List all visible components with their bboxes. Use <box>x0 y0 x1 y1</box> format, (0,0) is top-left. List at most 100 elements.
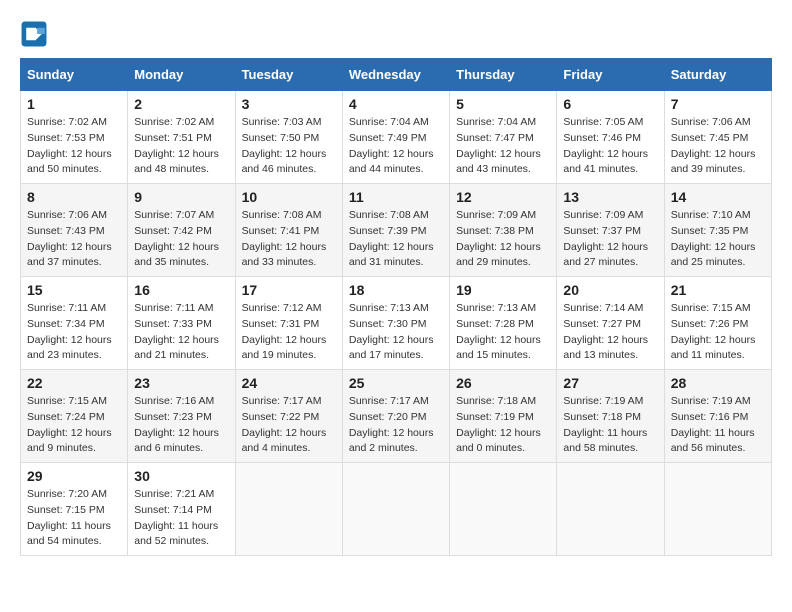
week-row-3: 15 Sunrise: 7:11 AMSunset: 7:34 PMDayligh… <box>21 277 772 370</box>
day-cell-20: 20 Sunrise: 7:14 AMSunset: 7:27 PMDayligh… <box>557 277 664 370</box>
day-cell-25: 25 Sunrise: 7:17 AMSunset: 7:20 PMDayligh… <box>342 370 449 463</box>
day-cell-23: 23 Sunrise: 7:16 AMSunset: 7:23 PMDayligh… <box>128 370 235 463</box>
day-info: Sunrise: 7:08 AMSunset: 7:39 PMDaylight:… <box>349 208 443 271</box>
calendar-table: SundayMondayTuesdayWednesdayThursdayFrid… <box>20 58 772 556</box>
day-info: Sunrise: 7:03 AMSunset: 7:50 PMDaylight:… <box>242 115 336 178</box>
day-number: 15 <box>27 282 121 298</box>
empty-cell <box>235 463 342 556</box>
day-cell-11: 11 Sunrise: 7:08 AMSunset: 7:39 PMDayligh… <box>342 184 449 277</box>
header-day-tuesday: Tuesday <box>235 59 342 91</box>
day-cell-19: 19Sunrise: 7:13 AMSunset: 7:28 PMDayligh… <box>450 277 557 370</box>
day-number: 16 <box>134 282 228 298</box>
day-number: 6 <box>563 96 657 112</box>
week-row-2: 8 Sunrise: 7:06 AMSunset: 7:43 PMDaylight… <box>21 184 772 277</box>
day-info: Sunrise: 7:12 AMSunset: 7:31 PMDaylight:… <box>242 301 336 364</box>
day-cell-27: 27 Sunrise: 7:19 AMSunset: 7:18 PMDayligh… <box>557 370 664 463</box>
day-number: 1 <box>27 96 121 112</box>
calendar-header: SundayMondayTuesdayWednesdayThursdayFrid… <box>21 59 772 91</box>
day-cell-14: 14 Sunrise: 7:10 AMSunset: 7:35 PMDayligh… <box>664 184 771 277</box>
day-cell-7: 7 Sunrise: 7:06 AMSunset: 7:45 PMDaylight… <box>664 91 771 184</box>
empty-cell <box>342 463 449 556</box>
day-info: Sunrise: 7:07 AMSunset: 7:42 PMDaylight:… <box>134 208 228 271</box>
day-info: Sunrise: 7:21 AMSunset: 7:14 PMDaylight:… <box>134 487 228 550</box>
empty-cell <box>557 463 664 556</box>
day-info: Sunrise: 7:04 AMSunset: 7:49 PMDaylight:… <box>349 115 443 178</box>
logo-icon <box>20 20 48 48</box>
day-cell-9: 9 Sunrise: 7:07 AMSunset: 7:42 PMDaylight… <box>128 184 235 277</box>
day-number: 18 <box>349 282 443 298</box>
day-info: Sunrise: 7:17 AMSunset: 7:20 PMDaylight:… <box>349 394 443 457</box>
day-number: 7 <box>671 96 765 112</box>
empty-cell <box>450 463 557 556</box>
day-number: 14 <box>671 189 765 205</box>
day-cell-22: 22Sunrise: 7:15 AMSunset: 7:24 PMDayligh… <box>21 370 128 463</box>
week-row-1: 1 Sunrise: 7:02 AMSunset: 7:53 PMDaylight… <box>21 91 772 184</box>
day-cell-29: 29Sunrise: 7:20 AMSunset: 7:15 PMDayligh… <box>21 463 128 556</box>
day-number: 23 <box>134 375 228 391</box>
day-number: 27 <box>563 375 657 391</box>
day-info: Sunrise: 7:04 AMSunset: 7:47 PMDaylight:… <box>456 115 550 178</box>
day-number: 13 <box>563 189 657 205</box>
day-info: Sunrise: 7:02 AMSunset: 7:53 PMDaylight:… <box>27 115 121 178</box>
day-cell-10: 10 Sunrise: 7:08 AMSunset: 7:41 PMDayligh… <box>235 184 342 277</box>
day-cell-28: 28 Sunrise: 7:19 AMSunset: 7:16 PMDayligh… <box>664 370 771 463</box>
day-info: Sunrise: 7:06 AMSunset: 7:45 PMDaylight:… <box>671 115 765 178</box>
day-info: Sunrise: 7:11 AMSunset: 7:34 PMDaylight:… <box>27 301 121 364</box>
day-info: Sunrise: 7:16 AMSunset: 7:23 PMDaylight:… <box>134 394 228 457</box>
header-day-sunday: Sunday <box>21 59 128 91</box>
day-cell-6: 6 Sunrise: 7:05 AMSunset: 7:46 PMDaylight… <box>557 91 664 184</box>
day-info: Sunrise: 7:17 AMSunset: 7:22 PMDaylight:… <box>242 394 336 457</box>
day-cell-4: 4Sunrise: 7:04 AMSunset: 7:49 PMDaylight… <box>342 91 449 184</box>
day-cell-15: 15 Sunrise: 7:11 AMSunset: 7:34 PMDayligh… <box>21 277 128 370</box>
day-info: Sunrise: 7:13 AMSunset: 7:28 PMDaylight:… <box>456 301 550 364</box>
week-row-5: 29Sunrise: 7:20 AMSunset: 7:15 PMDayligh… <box>21 463 772 556</box>
day-number: 8 <box>27 189 121 205</box>
page-header <box>20 20 772 48</box>
day-cell-5: 5 Sunrise: 7:04 AMSunset: 7:47 PMDaylight… <box>450 91 557 184</box>
day-info: Sunrise: 7:02 AMSunset: 7:51 PMDaylight:… <box>134 115 228 178</box>
logo <box>20 20 52 48</box>
day-info: Sunrise: 7:19 AMSunset: 7:18 PMDaylight:… <box>563 394 657 457</box>
day-number: 9 <box>134 189 228 205</box>
day-info: Sunrise: 7:05 AMSunset: 7:46 PMDaylight:… <box>563 115 657 178</box>
header-day-thursday: Thursday <box>450 59 557 91</box>
day-number: 25 <box>349 375 443 391</box>
day-number: 5 <box>456 96 550 112</box>
day-info: Sunrise: 7:14 AMSunset: 7:27 PMDaylight:… <box>563 301 657 364</box>
day-cell-21: 21 Sunrise: 7:15 AMSunset: 7:26 PMDayligh… <box>664 277 771 370</box>
day-info: Sunrise: 7:15 AMSunset: 7:26 PMDaylight:… <box>671 301 765 364</box>
day-number: 20 <box>563 282 657 298</box>
day-info: Sunrise: 7:20 AMSunset: 7:15 PMDaylight:… <box>27 487 121 550</box>
day-cell-26: 26 Sunrise: 7:18 AMSunset: 7:19 PMDayligh… <box>450 370 557 463</box>
day-cell-12: 12Sunrise: 7:09 AMSunset: 7:38 PMDayligh… <box>450 184 557 277</box>
day-info: Sunrise: 7:19 AMSunset: 7:16 PMDaylight:… <box>671 394 765 457</box>
day-number: 22 <box>27 375 121 391</box>
day-cell-18: 18 Sunrise: 7:13 AMSunset: 7:30 PMDayligh… <box>342 277 449 370</box>
header-day-wednesday: Wednesday <box>342 59 449 91</box>
day-info: Sunrise: 7:06 AMSunset: 7:43 PMDaylight:… <box>27 208 121 271</box>
day-number: 26 <box>456 375 550 391</box>
day-cell-30: 30 Sunrise: 7:21 AMSunset: 7:14 PMDayligh… <box>128 463 235 556</box>
header-day-saturday: Saturday <box>664 59 771 91</box>
header-day-friday: Friday <box>557 59 664 91</box>
day-number: 30 <box>134 468 228 484</box>
day-cell-1: 1 Sunrise: 7:02 AMSunset: 7:53 PMDaylight… <box>21 91 128 184</box>
day-cell-13: 13 Sunrise: 7:09 AMSunset: 7:37 PMDayligh… <box>557 184 664 277</box>
day-info: Sunrise: 7:10 AMSunset: 7:35 PMDaylight:… <box>671 208 765 271</box>
day-number: 21 <box>671 282 765 298</box>
day-number: 11 <box>349 189 443 205</box>
day-number: 10 <box>242 189 336 205</box>
day-info: Sunrise: 7:09 AMSunset: 7:37 PMDaylight:… <box>563 208 657 271</box>
day-number: 3 <box>242 96 336 112</box>
day-cell-3: 3 Sunrise: 7:03 AMSunset: 7:50 PMDaylight… <box>235 91 342 184</box>
week-row-4: 22Sunrise: 7:15 AMSunset: 7:24 PMDayligh… <box>21 370 772 463</box>
day-number: 28 <box>671 375 765 391</box>
day-cell-16: 16 Sunrise: 7:11 AMSunset: 7:33 PMDayligh… <box>128 277 235 370</box>
day-info: Sunrise: 7:08 AMSunset: 7:41 PMDaylight:… <box>242 208 336 271</box>
day-info: Sunrise: 7:18 AMSunset: 7:19 PMDaylight:… <box>456 394 550 457</box>
day-number: 12 <box>456 189 550 205</box>
day-number: 2 <box>134 96 228 112</box>
day-info: Sunrise: 7:13 AMSunset: 7:30 PMDaylight:… <box>349 301 443 364</box>
day-info: Sunrise: 7:11 AMSunset: 7:33 PMDaylight:… <box>134 301 228 364</box>
empty-cell <box>664 463 771 556</box>
